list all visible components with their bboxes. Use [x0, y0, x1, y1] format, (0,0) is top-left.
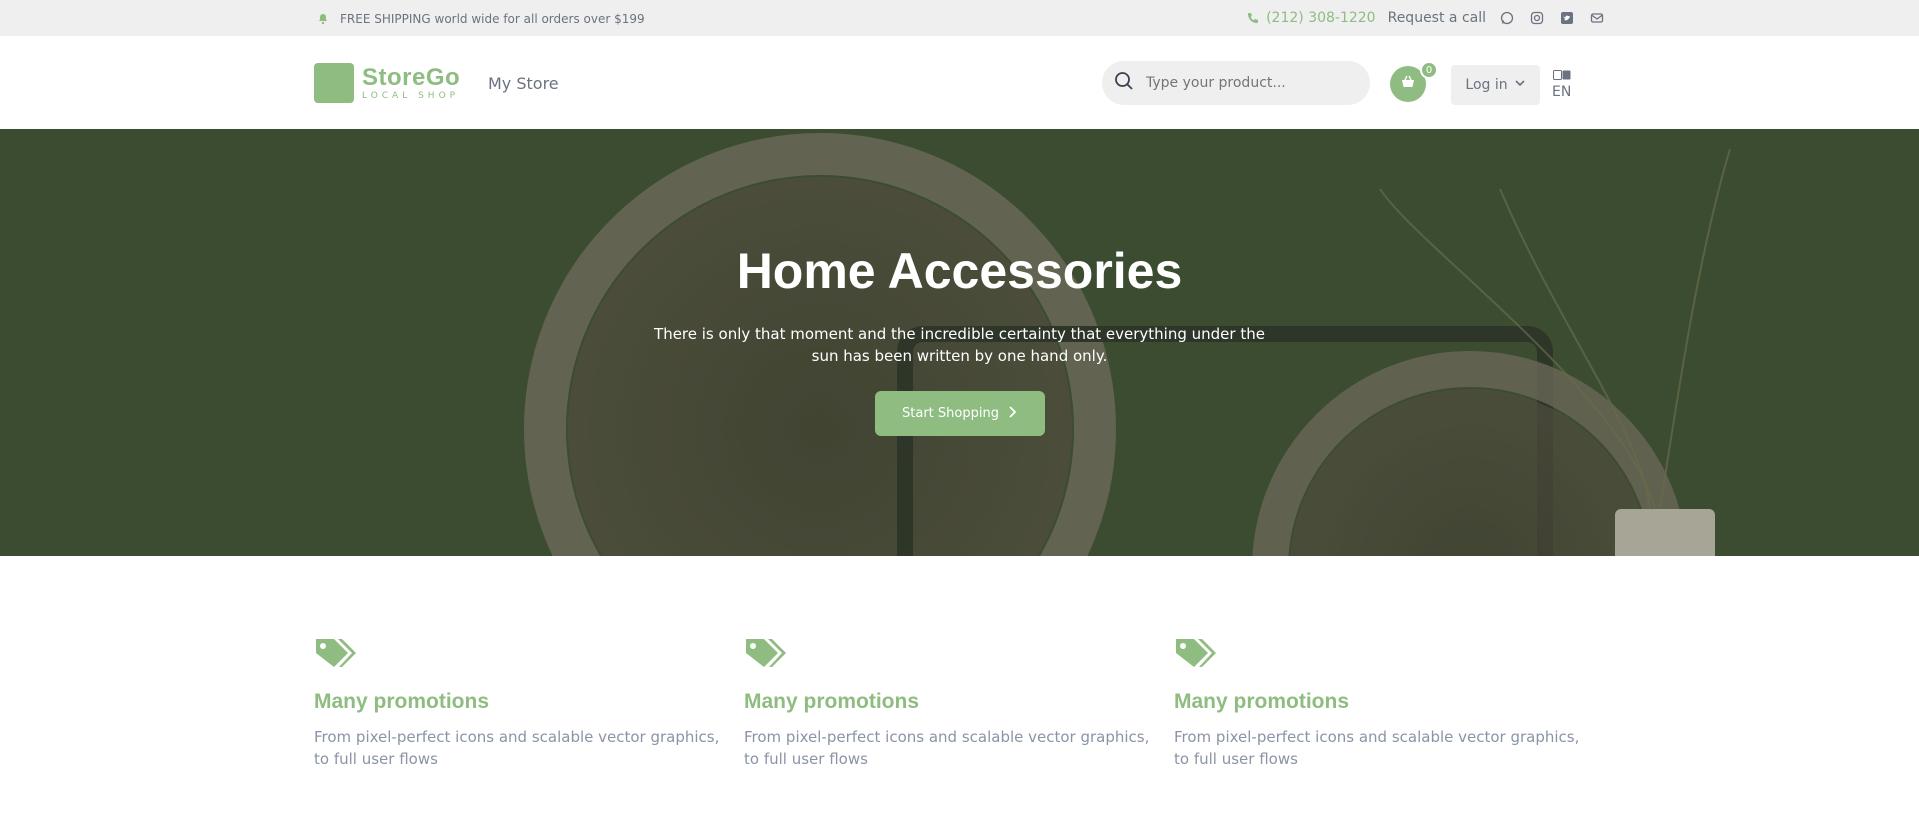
- tags-icon: [314, 639, 358, 676]
- start-shopping-label: Start Shopping: [902, 406, 999, 421]
- main-header: StoreGo LOCAL SHOP My Store 0 Log in EN: [0, 36, 1919, 128]
- logo-title: StoreGo: [362, 63, 461, 91]
- search-input[interactable]: [1146, 75, 1346, 91]
- cart-count-badge: 0: [1420, 61, 1438, 79]
- logo-subtitle: LOCAL SHOP: [362, 90, 460, 101]
- language-label: EN: [1552, 84, 1572, 100]
- phone-link[interactable]: (212) 308-1220: [1244, 9, 1376, 27]
- basket-icon: [1400, 74, 1416, 94]
- feature-text: From pixel-perfect icons and scalable ve…: [314, 728, 720, 768]
- language-icon: [1552, 68, 1571, 84]
- feature-title: Many promotions: [744, 690, 920, 713]
- hero-description: There is only that moment and the incred…: [654, 325, 1265, 365]
- instagram-icon[interactable]: [1528, 9, 1546, 27]
- logo[interactable]: StoreGo LOCAL SHOP: [314, 63, 460, 103]
- bell-icon: [314, 10, 332, 28]
- login-button[interactable]: Log in: [1451, 65, 1540, 105]
- feature-text: From pixel-perfect icons and scalable ve…: [1174, 728, 1580, 768]
- login-label: Log in: [1465, 77, 1508, 93]
- feature-text: From pixel-perfect icons and scalable ve…: [744, 728, 1150, 768]
- feature-card: Many promotions From pixel-perfect icons…: [1174, 636, 1604, 770]
- hero-banner: Home Accessories There is only that mome…: [0, 129, 1919, 556]
- feature-title: Many promotions: [1174, 690, 1350, 713]
- phone-number: (212) 308-1220: [1266, 10, 1376, 26]
- tags-icon: [1174, 639, 1218, 676]
- chevron-right-icon: [1007, 405, 1017, 422]
- top-bar: FREE SHIPPING world wide for all orders …: [0, 0, 1919, 36]
- features-section: Many promotions From pixel-perfect icons…: [314, 636, 1604, 770]
- feature-title: Many promotions: [314, 690, 490, 713]
- whatsapp-icon[interactable]: [1498, 9, 1516, 27]
- feature-card: Many promotions From pixel-perfect icons…: [744, 636, 1174, 770]
- search-icon: [1114, 71, 1134, 95]
- mail-icon[interactable]: [1588, 9, 1606, 27]
- tags-icon: [744, 639, 788, 676]
- language-selector[interactable]: EN: [1552, 68, 1571, 100]
- feature-card: Many promotions From pixel-perfect icons…: [314, 636, 744, 770]
- shipping-text: FREE SHIPPING world wide for all orders …: [340, 12, 645, 26]
- twitter-icon[interactable]: [1558, 9, 1576, 27]
- chevron-down-icon: [1514, 77, 1526, 93]
- hero-title: Home Accessories: [736, 243, 1183, 299]
- shipping-notice: FREE SHIPPING world wide for all orders …: [314, 10, 645, 28]
- request-call-link[interactable]: Request a call: [1388, 10, 1486, 26]
- logo-mark: [314, 63, 354, 103]
- contact-bar: (212) 308-1220 Request a call: [1244, 9, 1606, 27]
- nav-my-store[interactable]: My Store: [488, 74, 559, 93]
- phone-icon: [1244, 9, 1262, 27]
- search-box[interactable]: [1102, 61, 1370, 105]
- start-shopping-button[interactable]: Start Shopping: [874, 391, 1045, 436]
